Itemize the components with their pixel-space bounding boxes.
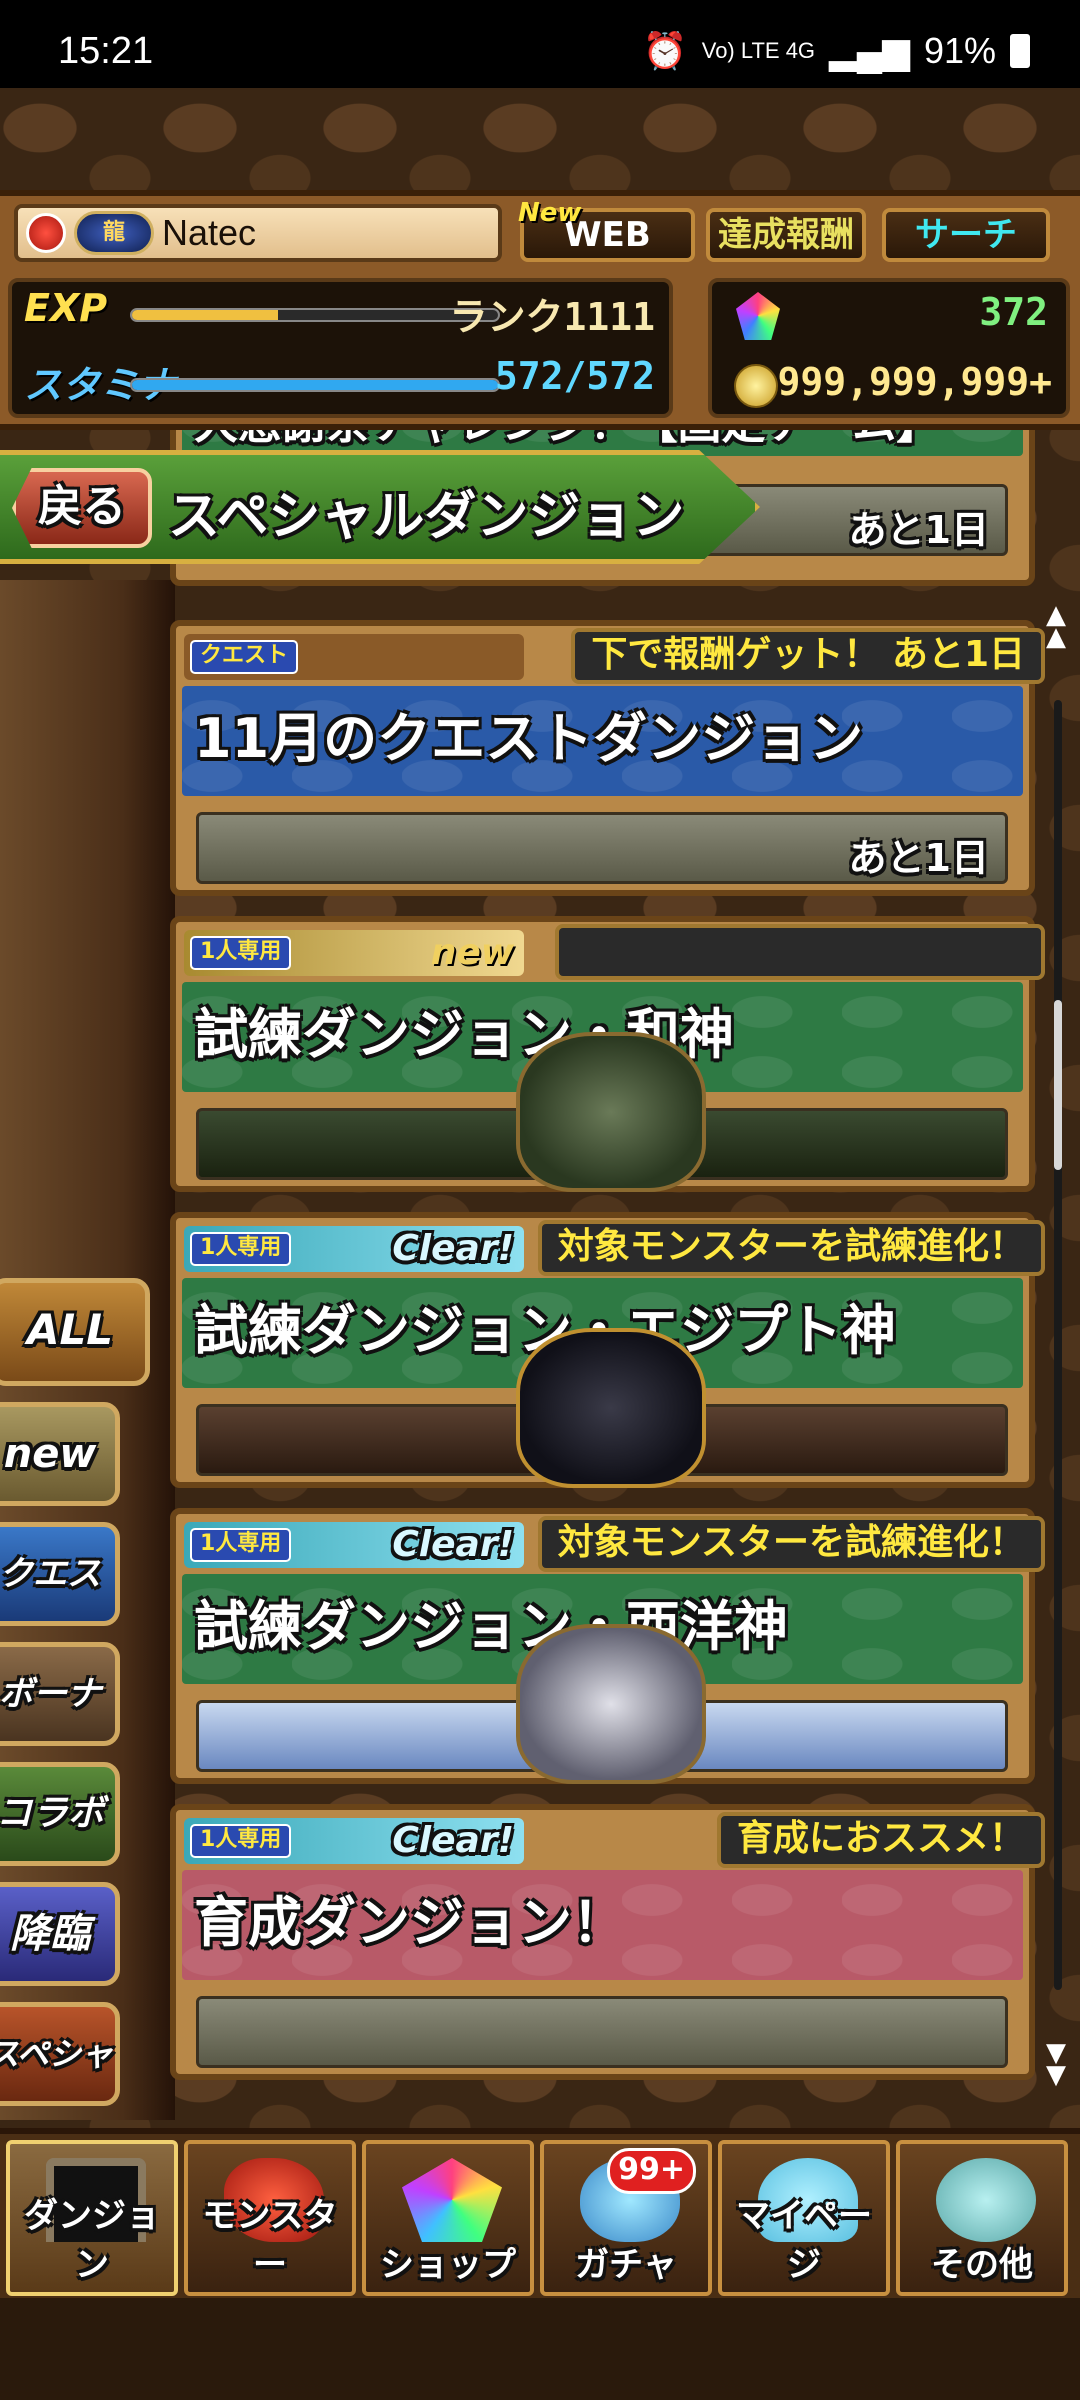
stamina-gauge	[130, 378, 500, 392]
dungeon-card[interactable]: 1人専用 Clear! 育成におススメ！ 育成ダンジョン！	[170, 1804, 1045, 2080]
tag-row: 1人専用 Clear!	[184, 1226, 524, 1272]
rank-text: ランク1111	[449, 295, 655, 339]
web-button[interactable]: New WEB	[518, 198, 695, 262]
dungeon-tag: クエスト	[190, 640, 299, 674]
network-indicator: Vo) LTE 4G	[701, 38, 816, 63]
dungeon-notice: 育成におススメ！	[716, 1812, 1045, 1868]
category-tab-all[interactable]: ALL	[0, 1278, 150, 1386]
search-button[interactable]: サーチ	[882, 208, 1050, 262]
dungeon-tag: 1人専用	[190, 1232, 292, 1266]
rank-badge-icon: 龍	[74, 211, 154, 255]
dungeon-tag: 1人専用	[190, 1528, 292, 1562]
category-tab-bonus[interactable]: ボーナス	[0, 1642, 120, 1808]
new-badge: new	[430, 932, 514, 973]
nav-dungeon-button[interactable]: ダンジョン	[6, 2140, 178, 2296]
nav-mypage-button[interactable]: マイページ	[718, 2140, 890, 2296]
nav-gacha-button[interactable]: 99+ ガチャ	[540, 2140, 712, 2296]
player-name-bar[interactable]: 龍 Natec	[14, 204, 502, 262]
web-new-tag: New	[518, 198, 582, 228]
category-tab-special[interactable]: スペシャル	[0, 2002, 120, 2167]
bottom-band	[0, 2298, 1080, 2400]
nav-label: マイページ	[736, 2196, 872, 2285]
dungeon-notice	[555, 924, 1045, 980]
scrollbar-track[interactable]	[1054, 700, 1062, 1990]
dungeon-tag: 1人専用	[190, 1824, 292, 1858]
stamina-value: 572/572	[494, 354, 655, 398]
nav-label: その他	[931, 2245, 1033, 2285]
clear-badge: Clear!	[392, 1228, 514, 1269]
nav-other-button[interactable]: その他	[896, 2140, 1068, 2296]
dungeon-notice: 対象モンスターを試練進化！	[537, 1220, 1045, 1276]
bottom-navigation: ダンジョン モンスター ショップ 99+ ガチャ マイページ その他	[0, 2128, 1080, 2298]
nav-monster-button[interactable]: モンスター	[184, 2140, 356, 2296]
back-button[interactable]: 戻る	[12, 468, 152, 548]
battery-icon	[1010, 34, 1030, 68]
clear-badge: Clear!	[392, 1820, 514, 1861]
boss-art-knight-icon	[516, 1624, 706, 1784]
stamina-gauge-fill	[132, 380, 498, 390]
player-header: 龍 Natec New WEB 達成報酬 サーチ EXP ランク1111 スタミ…	[0, 190, 1080, 430]
scroll-down-icon[interactable]: ▼ ▼	[1046, 2040, 1066, 2088]
days-left: あと1日	[848, 508, 989, 552]
dungeon-title: 11月のクエストダンジョン	[182, 686, 1023, 796]
dungeon-list[interactable]: 大感謝祭チャレンジ！【固定チーム】 あと1日 クエスト 下で報酬ゲット！ あと1…	[170, 430, 1050, 2130]
nav-label: ショップ	[380, 2245, 516, 2285]
alarm-icon: ⏰	[642, 30, 688, 71]
gem-icon	[402, 2158, 502, 2242]
dungeon-card[interactable]: 1人専用 Clear! 対象モンスターを試練進化！ 試練ダンジョン・西洋神	[170, 1508, 1045, 1784]
stats-panel: EXP ランク1111 スタミナ 572/572	[8, 278, 673, 418]
currency-panel: 372 999,999,999+	[708, 278, 1070, 418]
category-tab-new[interactable]: new	[0, 1402, 120, 1506]
boss-art-anubis-icon	[516, 1328, 706, 1488]
achievement-reward-button[interactable]: 達成報酬	[706, 208, 866, 262]
coin-icon	[734, 364, 778, 408]
exp-gauge-fill	[132, 310, 279, 320]
gacha-count-badge: 99+	[607, 2148, 696, 2194]
nav-label: ダンジョン	[24, 2196, 160, 2285]
magic-stone-count: 372	[979, 290, 1048, 334]
dungeon-card[interactable]: クエスト 下で報酬ゲット！ あと1日 11月のクエストダンジョン あと1日	[170, 620, 1045, 896]
tag-row: 1人専用 Clear!	[184, 1522, 524, 1568]
status-time: 15:21	[58, 30, 154, 72]
tag-row: 1人専用 Clear!	[184, 1818, 524, 1864]
exp-gauge	[130, 308, 500, 322]
dungeon-strip: あと1日	[196, 812, 1008, 884]
avatar-icon	[26, 213, 66, 253]
dungeon-title: 育成ダンジョン！	[182, 1870, 1023, 1980]
scroll-up-icon[interactable]: ▲ ▲	[1046, 602, 1066, 650]
tag-row: 1人専用 new	[184, 930, 524, 976]
nav-label: モンスター	[202, 2196, 338, 2285]
days-left: あと1日	[848, 836, 989, 880]
signal-icon: ▂▄▆	[829, 30, 910, 71]
clear-badge: Clear!	[392, 1524, 514, 1565]
dungeon-tag: 1人専用	[190, 936, 292, 970]
page-title: スペシャルダンジョン	[168, 487, 685, 547]
nav-label: ガチャ	[575, 2245, 677, 2285]
category-tab-quest[interactable]: クエスト	[0, 1522, 120, 1688]
category-tab-collab[interactable]: コラボ	[0, 1762, 120, 1866]
tag-row: クエスト	[184, 634, 524, 680]
scrollbar-thumb[interactable]	[1054, 1000, 1062, 1170]
status-icons: ⏰ Vo) LTE 4G ▂▄▆ 91%	[643, 30, 1030, 72]
exp-label: EXP	[24, 286, 108, 330]
battery-percent: 91%	[923, 30, 996, 71]
question-icon	[936, 2158, 1036, 2242]
magic-stone-icon	[736, 292, 780, 340]
status-bar: 15:21 ⏰ Vo) LTE 4G ▂▄▆ 91%	[0, 0, 1080, 88]
dungeon-strip	[196, 1996, 1008, 2068]
nav-shop-button[interactable]: ショップ	[362, 2140, 534, 2296]
boss-art-dragon-icon	[516, 1032, 706, 1192]
category-tab-descend[interactable]: 降臨	[0, 1882, 120, 1986]
player-name: Natec	[162, 212, 257, 253]
dungeon-notice: 対象モンスターを試練進化！	[537, 1516, 1045, 1572]
coin-count: 999,999,999+	[777, 360, 1052, 404]
dungeon-notice: 下で報酬ゲット！ あと1日	[571, 628, 1045, 684]
dungeon-card[interactable]: 1人専用 Clear! 対象モンスターを試練進化！ 試練ダンジョン・エジプト神	[170, 1212, 1045, 1488]
dungeon-card[interactable]: 1人専用 new 試練ダンジョン・和神	[170, 916, 1045, 1192]
